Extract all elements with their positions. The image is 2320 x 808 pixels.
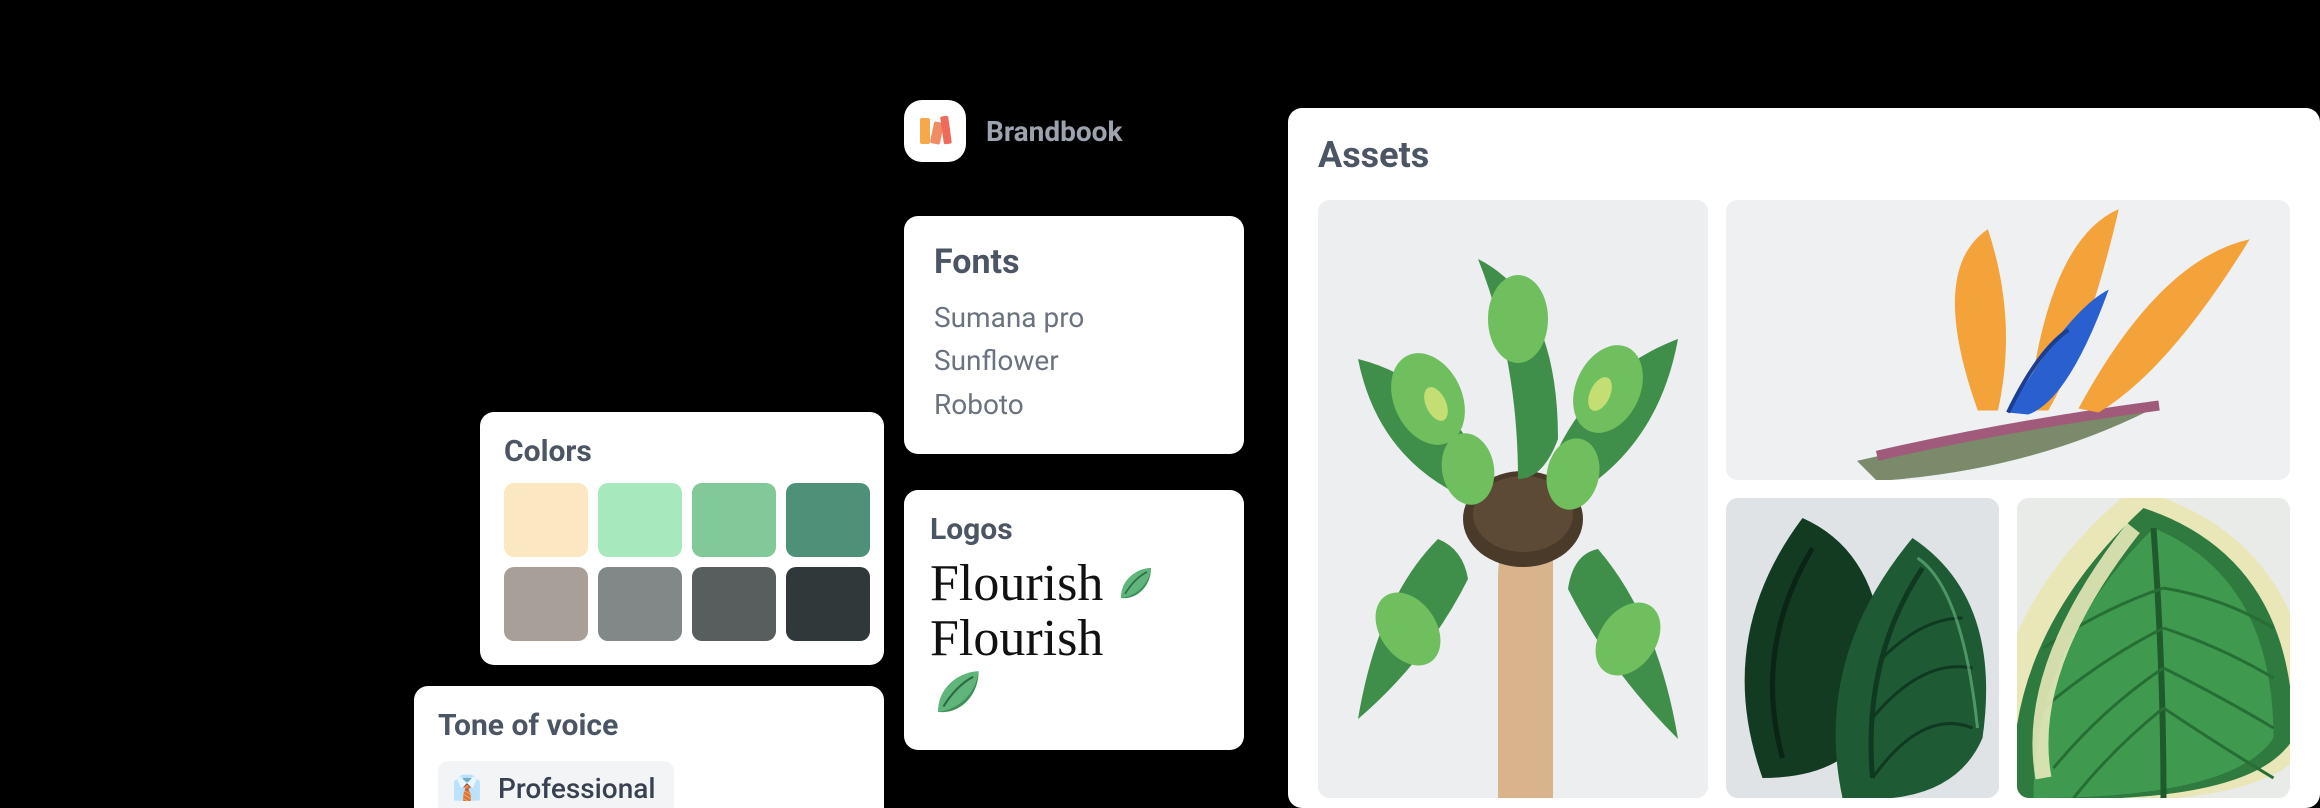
tone-chip-label: Professional [498,772,656,805]
color-swatch[interactable] [504,483,588,557]
color-swatch[interactable] [504,567,588,641]
leaf-icon [1115,564,1155,604]
asset-thumbnail[interactable] [2017,498,2290,798]
tone-chip-professional[interactable]: 👔 Professional [438,761,674,808]
font-item[interactable]: Roboto [934,383,1214,426]
assets-grid [1318,200,2290,800]
colors-title: Colors [504,434,860,469]
logo-variant-3[interactable] [930,666,1218,720]
logo-variant-1[interactable]: Flourish [930,557,1218,612]
brandbook-label: Brandbook [986,115,1122,148]
asset-thumbnail[interactable] [1726,200,2290,480]
tone-title: Tone of voice [438,708,860,743]
color-swatch-grid [504,483,860,641]
logo-variant-2[interactable]: Flourish [930,612,1218,667]
brandbook-header: Brandbook [904,100,1122,162]
color-swatch[interactable] [786,567,870,641]
logo-wordmark: Flourish [930,557,1103,612]
color-swatch[interactable] [786,483,870,557]
asset-thumbnail[interactable] [1726,498,1999,798]
color-swatch[interactable] [598,567,682,641]
logo-wordmark: Flourish [930,612,1103,667]
colors-card[interactable]: Colors [480,412,884,665]
font-item[interactable]: Sunflower [934,339,1214,382]
color-swatch[interactable] [598,483,682,557]
tone-card[interactable]: Tone of voice 👔 Professional [414,686,884,808]
leaf-icon [930,666,984,720]
professional-icon: 👔 [450,771,484,805]
logos-title: Logos [930,512,1218,547]
font-item[interactable]: Sumana pro [934,296,1214,339]
logos-card[interactable]: Logos Flourish Flourish [904,490,1244,750]
fonts-card[interactable]: Fonts Sumana pro Sunflower Roboto [904,216,1244,454]
color-swatch[interactable] [692,567,776,641]
assets-title: Assets [1318,134,2290,176]
asset-thumbnail[interactable] [1318,200,1708,798]
color-swatch[interactable] [692,483,776,557]
assets-card[interactable]: Assets [1288,108,2320,808]
fonts-title: Fonts [934,242,1214,282]
brandbook-icon [904,100,966,162]
